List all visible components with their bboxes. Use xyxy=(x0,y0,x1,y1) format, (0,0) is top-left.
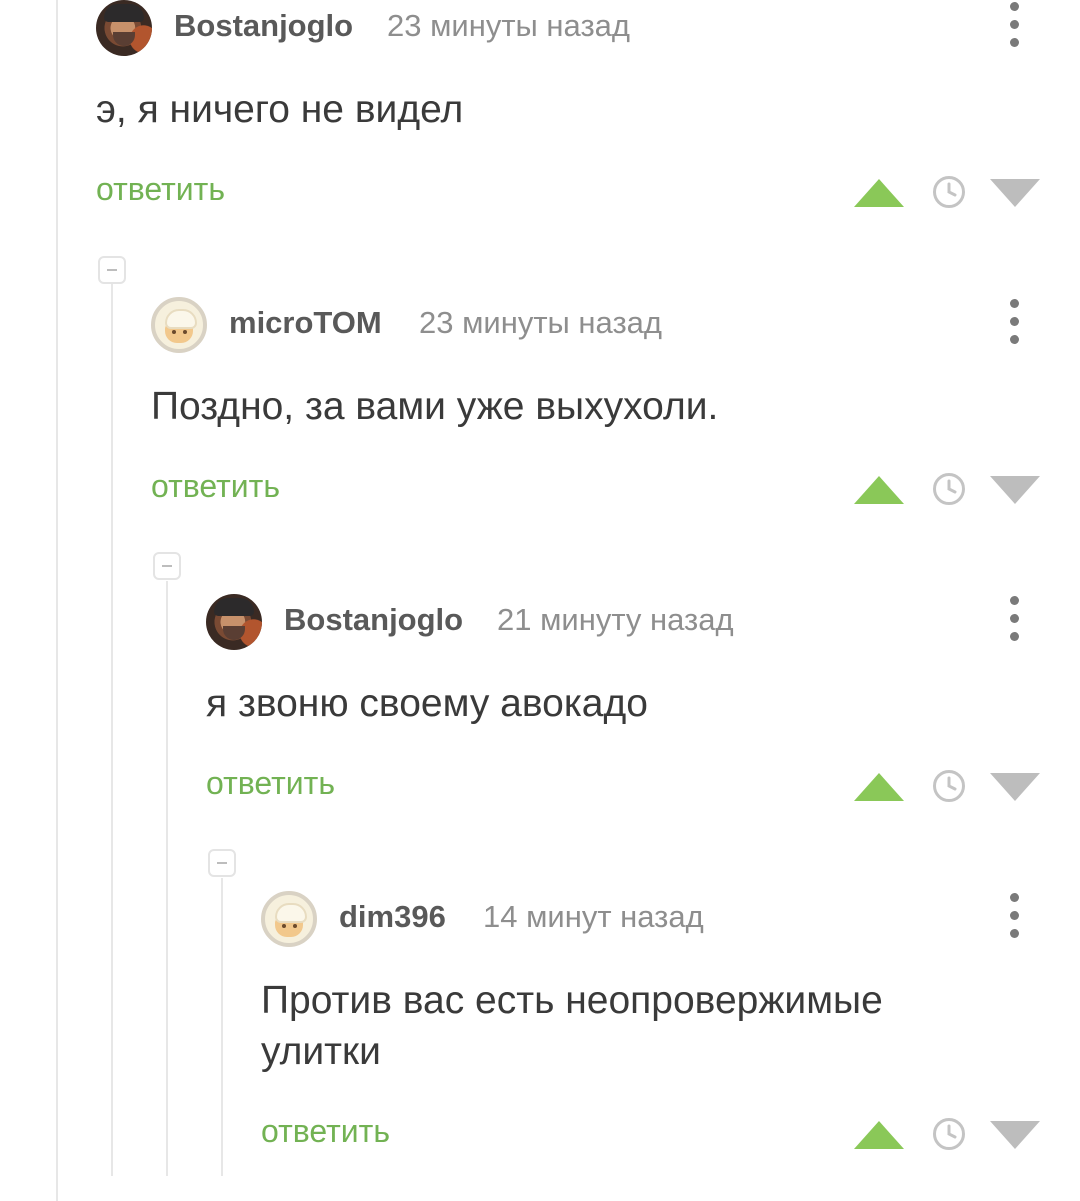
comment-time: 21 минуту назад xyxy=(497,602,734,637)
collapse-button[interactable] xyxy=(98,256,126,284)
comment-text: Поздно, за вами уже выхухоли. xyxy=(151,385,719,428)
collapse-icon xyxy=(107,269,117,271)
user-avatar[interactable] xyxy=(206,594,262,650)
vote-up-icon[interactable] xyxy=(854,773,904,801)
thread-line[interactable] xyxy=(166,581,168,1176)
comment-time: 14 минут назад xyxy=(483,899,704,934)
comments-thread: Bostanjoglo 23 минуты назад э, я ничего … xyxy=(0,0,1080,1201)
user-avatar[interactable] xyxy=(261,891,317,947)
vote-down-icon[interactable] xyxy=(990,773,1040,801)
user-avatar[interactable] xyxy=(151,297,207,353)
comment: dim396 14 минут назад Против вас есть не… xyxy=(261,891,1040,1167)
vote-up-icon[interactable] xyxy=(854,476,904,504)
vote-down-icon[interactable] xyxy=(990,179,1040,207)
thread-line xyxy=(56,0,58,1201)
comment-text: Против вас есть неопровержимые улитки xyxy=(261,979,883,1073)
comment-author[interactable]: microTOM xyxy=(229,305,382,341)
comment-actions: ответить xyxy=(96,165,1040,225)
user-avatar[interactable] xyxy=(96,0,152,56)
clock-icon[interactable] xyxy=(932,472,966,506)
comment-header: Bostanjoglo 23 минуты назад xyxy=(96,0,1040,56)
clock-icon[interactable] xyxy=(932,769,966,803)
comment-author[interactable]: Bostanjoglo xyxy=(284,602,463,638)
collapse-icon xyxy=(162,565,172,567)
comment: Bostanjoglo 23 минуты назад э, я ничего … xyxy=(96,0,1040,225)
more-vertical-icon[interactable] xyxy=(1008,893,1020,939)
clock-icon[interactable] xyxy=(932,1117,966,1151)
collapse-button[interactable] xyxy=(208,849,236,877)
more-vertical-icon[interactable] xyxy=(1008,299,1020,345)
comment-actions: ответить xyxy=(261,1107,1040,1167)
comment-text: э, я ничего не видел xyxy=(96,88,464,131)
reply-link[interactable]: ответить xyxy=(261,1113,390,1150)
comment: microTOM 23 минуты назад Поздно, за вами… xyxy=(151,297,1040,522)
comment: Bostanjoglo 21 минуту назад я звоню свое… xyxy=(206,594,1040,819)
comment-header: dim396 14 минут назад xyxy=(261,891,1040,947)
collapse-button[interactable] xyxy=(153,552,181,580)
comment-author[interactable]: Bostanjoglo xyxy=(174,8,353,44)
collapse-icon xyxy=(217,862,227,864)
more-vertical-icon[interactable] xyxy=(1008,596,1020,642)
vote-up-icon[interactable] xyxy=(854,179,904,207)
reply-link[interactable]: ответить xyxy=(151,468,280,505)
more-vertical-icon[interactable] xyxy=(1008,2,1020,48)
thread-line[interactable] xyxy=(111,284,113,1176)
comment-time: 23 минуты назад xyxy=(419,305,662,340)
comment-header: Bostanjoglo 21 минуту назад xyxy=(206,594,1040,650)
vote-down-icon[interactable] xyxy=(990,476,1040,504)
reply-link[interactable]: ответить xyxy=(206,765,335,802)
comment-author[interactable]: dim396 xyxy=(339,899,446,935)
reply-link[interactable]: ответить xyxy=(96,171,225,208)
thread-line[interactable] xyxy=(221,878,223,1176)
comment-actions: ответить xyxy=(151,462,1040,522)
comment-time: 23 минуты назад xyxy=(387,8,630,43)
clock-icon[interactable] xyxy=(932,175,966,209)
vote-up-icon[interactable] xyxy=(854,1121,904,1149)
comment-text: я звоню своему авокадо xyxy=(206,682,648,725)
vote-down-icon[interactable] xyxy=(990,1121,1040,1149)
comment-header: microTOM 23 минуты назад xyxy=(151,297,1040,353)
comment-actions: ответить xyxy=(206,759,1040,819)
